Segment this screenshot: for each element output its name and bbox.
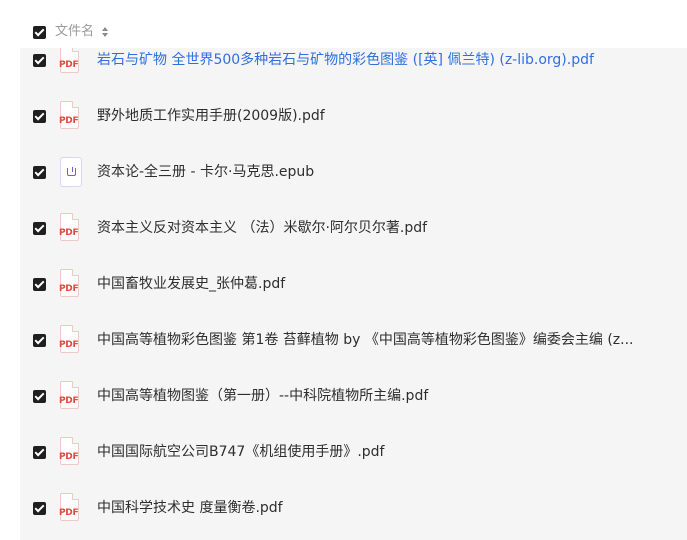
pdf-tag-label: PDF bbox=[59, 452, 79, 462]
file-row[interactable]: 资本论-全三册 - 卡尔·马克思.epub bbox=[20, 144, 687, 200]
file-name[interactable]: 中国高等植物图鉴（第一册）--中科院植物所主编.pdf bbox=[97, 386, 637, 406]
file-row-checkbox[interactable] bbox=[33, 446, 46, 459]
file-row[interactable]: PDF 岩石与矿物 全世界500多种岩石与矿物的彩色图鉴 ([英] 佩兰特) (z… bbox=[20, 48, 687, 88]
pdf-file-icon: PDF bbox=[57, 381, 83, 412]
file-row-checkbox[interactable] bbox=[33, 166, 46, 179]
file-name[interactable]: 中国畜牧业发展史_张仲葛.pdf bbox=[97, 274, 637, 294]
file-name[interactable]: 野外地质工作实用手册(2009版).pdf bbox=[97, 106, 637, 126]
pdf-tag-label: PDF bbox=[59, 396, 79, 406]
file-row-checkbox[interactable] bbox=[33, 334, 46, 347]
file-name[interactable]: 资本论-全三册 - 卡尔·马克思.epub bbox=[97, 162, 637, 182]
column-header-filename[interactable]: 文件名 bbox=[55, 22, 94, 42]
file-list-page: 文件名 PDF 岩石与矿物 全世界500多种岩石与矿物的彩色图鉴 ([英] 佩兰特… bbox=[0, 0, 687, 540]
file-row-checkbox[interactable] bbox=[33, 110, 46, 123]
pdf-file-icon: PDF bbox=[57, 213, 83, 244]
book-icon bbox=[67, 167, 76, 176]
file-row[interactable]: PDF 野外地质工作实用手册(2009版).pdf bbox=[20, 88, 687, 144]
file-row-checkbox[interactable] bbox=[33, 54, 46, 67]
pdf-file-icon: PDF bbox=[57, 437, 83, 468]
pdf-tag-label: PDF bbox=[59, 340, 79, 350]
pdf-tag-label: PDF bbox=[59, 60, 79, 70]
sort-down-icon bbox=[102, 33, 108, 37]
pdf-file-icon: PDF bbox=[57, 269, 83, 300]
file-name[interactable]: 中国国际航空公司B747《机组使用手册》.pdf bbox=[97, 442, 637, 462]
pdf-tag-label: PDF bbox=[59, 508, 79, 518]
file-row[interactable]: PDF 资本主义反对资本主义 （法）米歇尔·阿尔贝尔著.pdf bbox=[20, 200, 687, 256]
sort-up-icon bbox=[102, 27, 108, 31]
file-list: PDF 岩石与矿物 全世界500多种岩石与矿物的彩色图鉴 ([英] 佩兰特) (z… bbox=[20, 48, 687, 540]
file-row-checkbox[interactable] bbox=[33, 222, 46, 235]
pdf-tag-label: PDF bbox=[59, 228, 79, 238]
file-name[interactable]: 中国科学技术史 度量衡卷.pdf bbox=[97, 498, 637, 518]
pdf-tag-label: PDF bbox=[59, 116, 79, 126]
file-row[interactable]: PDF 中国畜牧业发展史_张仲葛.pdf bbox=[20, 256, 687, 312]
epub-file-icon bbox=[57, 157, 83, 188]
pdf-file-icon: PDF bbox=[57, 493, 83, 524]
file-row[interactable]: PDF 中国科学技术史 度量衡卷.pdf bbox=[20, 480, 687, 536]
select-all-checkbox[interactable] bbox=[33, 26, 46, 39]
file-row-checkbox[interactable] bbox=[33, 390, 46, 403]
pdf-file-icon: PDF bbox=[57, 101, 83, 132]
pdf-file-icon: PDF bbox=[57, 48, 83, 76]
file-row-checkbox[interactable] bbox=[33, 278, 46, 291]
file-name[interactable]: 资本主义反对资本主义 （法）米歇尔·阿尔贝尔著.pdf bbox=[97, 218, 637, 238]
file-row[interactable]: PDF 中国高等植物图鉴（第一册）--中科院植物所主编.pdf bbox=[20, 368, 687, 424]
pdf-tag-label: PDF bbox=[59, 284, 79, 294]
file-list-header: 文件名 bbox=[0, 0, 687, 48]
file-name[interactable]: 岩石与矿物 全世界500多种岩石与矿物的彩色图鉴 ([英] 佩兰特) (z-li… bbox=[97, 50, 637, 70]
file-name[interactable]: 中国高等植物彩色图鉴 第1卷 苔藓植物 by 《中国高等植物彩色图鉴》编委会主编… bbox=[97, 330, 637, 350]
file-row-checkbox[interactable] bbox=[33, 502, 46, 515]
pdf-file-icon: PDF bbox=[57, 325, 83, 356]
sort-icon[interactable] bbox=[102, 27, 110, 38]
file-row[interactable]: PDF 中国高等植物彩色图鉴 第1卷 苔藓植物 by 《中国高等植物彩色图鉴》编委… bbox=[20, 312, 687, 368]
file-row[interactable]: PDF 中国国际航空公司B747《机组使用手册》.pdf bbox=[20, 424, 687, 480]
